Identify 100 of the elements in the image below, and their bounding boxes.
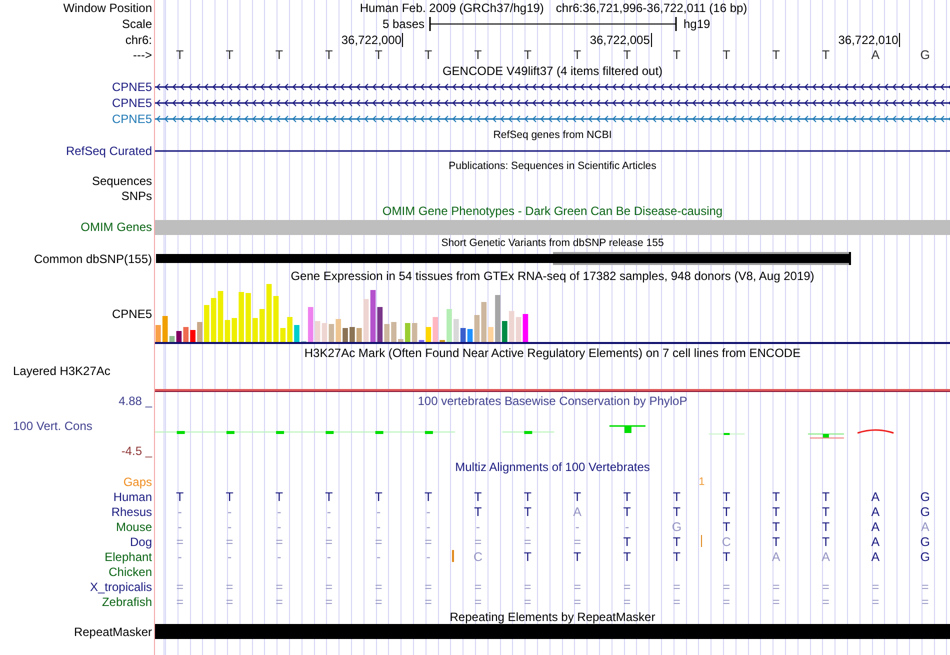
- aligned-base: T: [424, 490, 432, 504]
- aligned-base: T: [722, 520, 730, 534]
- aligned-base: -: [624, 520, 630, 534]
- ruler-tick: [899, 33, 900, 47]
- aligned-base: G: [672, 520, 682, 534]
- aligned-base: =: [673, 580, 680, 594]
- aligned-base: T: [325, 490, 333, 504]
- aligned-base: =: [374, 534, 382, 548]
- aligned-base: T: [672, 490, 681, 504]
- sequence-base: T: [226, 48, 234, 62]
- track-label[interactable]: Sequences: [92, 174, 152, 188]
- aligned-base: -: [326, 550, 331, 564]
- row-label: chr6:: [125, 32, 152, 46]
- aligned-base: =: [872, 594, 880, 608]
- aligned-base: -: [178, 504, 182, 518]
- aligned-base: -: [277, 504, 282, 518]
- sequence-base: T: [424, 48, 432, 62]
- aligned-base: T: [772, 504, 780, 518]
- aligned-base: =: [176, 534, 184, 548]
- aligned-base: -: [376, 504, 381, 518]
- track-label[interactable]: RepeatMasker: [74, 624, 152, 638]
- sequence-base: T: [474, 48, 482, 62]
- aligned-base: =: [325, 534, 333, 548]
- sequence-base: A: [871, 48, 880, 62]
- aligned-base: T: [574, 550, 582, 564]
- aligned-base: =: [374, 580, 382, 594]
- aligned-base: =: [474, 580, 482, 594]
- aligned-base: -: [178, 550, 182, 564]
- aligned-base: -: [426, 504, 430, 518]
- species-label[interactable]: Zebrafish: [102, 594, 152, 608]
- aligned-base: T: [672, 504, 681, 518]
- aligned-base: T: [474, 504, 482, 518]
- axis-min-label: -4.5 _: [121, 444, 152, 458]
- sequence-base: T: [722, 48, 730, 62]
- species-label[interactable]: X_tropicalis: [90, 580, 152, 594]
- ruler-tick: [402, 33, 404, 47]
- aligned-base: -: [575, 520, 580, 534]
- track-label[interactable]: CPNE5: [112, 307, 152, 321]
- aligned-base: A: [573, 504, 582, 518]
- aligned-base: A: [822, 550, 830, 564]
- track-label[interactable]: 100 Vert. Cons: [13, 419, 92, 433]
- sequence-base: T: [325, 48, 333, 62]
- aligned-base: =: [176, 580, 184, 594]
- track-title: RefSeq genes from NCBI: [493, 128, 612, 142]
- aligned-base: -: [227, 550, 232, 564]
- aligned-base: =: [176, 594, 184, 608]
- aligned-base: =: [226, 580, 234, 594]
- aligned-base: =: [822, 580, 830, 594]
- sequence-base: T: [176, 48, 184, 62]
- aligned-base: =: [722, 594, 730, 608]
- expression-bar: [197, 322, 202, 342]
- track-title: Repeating Elements by RepeatMasker: [450, 610, 656, 624]
- assembly-name: hg19: [682, 17, 710, 31]
- track-label[interactable]: SNPs: [121, 188, 152, 202]
- track-label[interactable]: CPNE5: [112, 96, 152, 110]
- aligned-base: -: [426, 550, 430, 564]
- aligned-base: =: [276, 594, 283, 608]
- aligned-base: =: [424, 580, 432, 594]
- aligned-base: G: [920, 534, 930, 548]
- aligned-base: T: [574, 490, 582, 504]
- track-label[interactable]: Layered H3K27Ac: [13, 364, 110, 378]
- ruler-tick: [650, 33, 652, 47]
- species-label[interactable]: Mouse: [116, 520, 152, 534]
- aligned-base: =: [424, 534, 432, 548]
- track-title: H3K27Ac Mark (Often Found Near Active Regulatory Elements) on 7 cell lines from ENCODE: [304, 346, 801, 360]
- expression-bar: [342, 328, 348, 342]
- aligned-base: A: [871, 490, 880, 504]
- aligned-base: A: [920, 520, 930, 534]
- sequence-base: T: [574, 48, 582, 62]
- track-label[interactable]: CPNE5: [112, 112, 152, 126]
- aligned-base: =: [872, 580, 880, 594]
- row-label: --->: [133, 48, 152, 62]
- species-label[interactable]: Human: [113, 490, 152, 504]
- aligned-base: =: [822, 594, 830, 608]
- gap-count: 1: [698, 474, 705, 488]
- aligned-base: -: [227, 504, 232, 518]
- aligned-base: =: [574, 534, 581, 548]
- row-label: Window Position: [63, 1, 152, 15]
- track-label[interactable]: Common dbSNP(155): [34, 252, 152, 266]
- aligned-base: T: [672, 550, 681, 564]
- aligned-base: T: [623, 504, 631, 518]
- aligned-base: =: [325, 580, 333, 594]
- aligned-base: C: [473, 550, 482, 564]
- aligned-base: G: [920, 504, 930, 518]
- aligned-base: =: [922, 580, 929, 594]
- aligned-base: T: [722, 490, 730, 504]
- coordinate-label: 36,722,010: [838, 34, 900, 47]
- aligned-base: A: [871, 504, 880, 518]
- aligned-base: T: [772, 490, 780, 504]
- axis-max-label: 4.88 _: [118, 394, 152, 408]
- species-label[interactable]: Dog: [130, 534, 152, 548]
- species-label[interactable]: Rhesus: [111, 504, 152, 518]
- track-label[interactable]: CPNE5: [112, 80, 152, 94]
- track-label[interactable]: RefSeq Curated: [66, 144, 152, 158]
- species-label[interactable]: Chicken: [108, 564, 152, 578]
- aligned-base: =: [424, 594, 432, 608]
- species-label[interactable]: Elephant: [104, 550, 152, 564]
- aligned-base: -: [526, 520, 530, 534]
- track-label[interactable]: OMIM Genes: [80, 220, 152, 234]
- aligned-base: T: [226, 490, 234, 504]
